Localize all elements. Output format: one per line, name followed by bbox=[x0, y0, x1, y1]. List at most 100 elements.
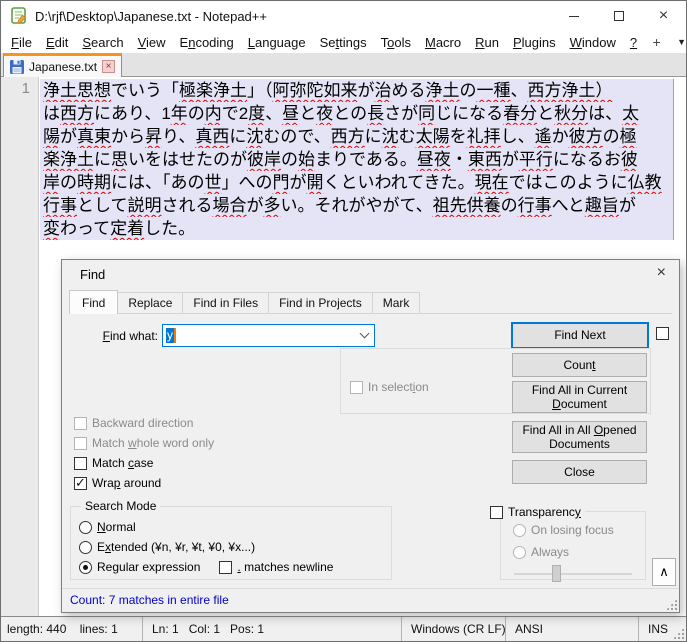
dialog-tab-mark[interactable]: Mark bbox=[372, 292, 421, 313]
backward-direction-checkbox bbox=[74, 417, 87, 430]
editor-text-line: 行事として説明される場合が多い。それがやがて、祖先供養の行事へと趣旨が bbox=[40, 194, 673, 217]
match-case-label: Match case bbox=[92, 456, 153, 470]
menu-macro[interactable]: Macro bbox=[418, 33, 468, 52]
radio-extended[interactable] bbox=[79, 541, 92, 554]
editor-text-line: 陽が真東から昇り、真西に沈むので、西方に沈む太陽を礼拝し、遙か彼方の極 bbox=[40, 125, 673, 148]
count-result-text: Count: 7 matches in entire file bbox=[70, 593, 229, 607]
search-mode-group: Search Mode NormalExtended (¥n, ¥r, ¥t, … bbox=[70, 506, 392, 580]
menu-file[interactable]: File bbox=[4, 33, 39, 52]
in-selection-label: In selection bbox=[368, 380, 429, 394]
insert-mode-text: INS bbox=[648, 622, 668, 636]
search-mode-group-label: Search Mode bbox=[81, 499, 160, 513]
radio-on-losing-focus bbox=[513, 524, 526, 537]
maximize-button[interactable] bbox=[596, 1, 641, 31]
status-encoding[interactable]: ANSI bbox=[505, 617, 638, 641]
menu-plugins[interactable]: Plugins bbox=[506, 33, 563, 52]
find-what-value: y bbox=[166, 328, 174, 343]
in-selection-row: In selection bbox=[350, 380, 429, 394]
menu-view[interactable]: View bbox=[131, 33, 173, 52]
match-whole-word-row: Match whole word only bbox=[74, 436, 214, 450]
dialog-close-icon[interactable]: × bbox=[657, 265, 666, 281]
window-resize-grip[interactable] bbox=[673, 628, 684, 639]
radio-regular-expression[interactable] bbox=[79, 561, 92, 574]
radio-always-label: Always bbox=[531, 545, 569, 559]
notepad-plus-plus-icon bbox=[10, 7, 28, 25]
maximize-icon bbox=[614, 11, 624, 21]
match-whole-word-label: Match whole word only bbox=[92, 436, 214, 450]
menu-tools[interactable]: Tools bbox=[374, 33, 418, 52]
radio-always bbox=[513, 546, 526, 559]
status-bar: length: 440 lines: 1 Ln: 1 Col: 1 Pos: 1… bbox=[1, 616, 686, 641]
status-eol-format[interactable]: Windows (CR LF) bbox=[401, 617, 505, 641]
radio-normal[interactable] bbox=[79, 521, 92, 534]
dialog-title: Find bbox=[80, 267, 105, 282]
menubar-plus-icon[interactable]: + bbox=[644, 34, 669, 50]
dialog-resize-grip[interactable] bbox=[666, 599, 677, 610]
wrap-around-checkbox[interactable] bbox=[74, 477, 87, 490]
editor-text[interactable]: 浄土思想でいう「極楽浄土」（阿弥陀如来が治める浄土の一種、西方浄土）は西方にあり… bbox=[40, 79, 673, 240]
find-all-current-document-button[interactable]: Find All in Current Document bbox=[512, 381, 647, 413]
collapse-dialog-button[interactable]: ∧ bbox=[652, 558, 676, 586]
dialog-tab-replace[interactable]: Replace bbox=[117, 292, 183, 313]
status-insert-mode[interactable]: INS bbox=[638, 617, 686, 641]
menu-encoding[interactable]: Encoding bbox=[173, 33, 241, 52]
two-buttons-mode-checkbox[interactable] bbox=[656, 327, 669, 340]
radio-normal-label: Normal bbox=[97, 520, 136, 534]
tab-bar: Japanese.txt × bbox=[1, 53, 686, 77]
find-what-label: Find what: bbox=[70, 329, 158, 343]
menubar-right-icons: +▼× bbox=[644, 34, 687, 50]
search-mode-row-regular-expression: Regular expression . matches newline bbox=[79, 560, 333, 574]
editor-text-line: 変わって定着した。 bbox=[40, 217, 673, 240]
dot-matches-newline-checkbox[interactable] bbox=[219, 561, 232, 574]
find-what-combobox[interactable]: y bbox=[162, 324, 375, 347]
editor-text-line: 楽浄土に思いをはせたのが彼岸の始まりである。昼夜・東西が平行になるお彼 bbox=[40, 148, 673, 171]
minimize-icon bbox=[569, 16, 579, 17]
titlebar[interactable]: D:\rjf\Desktop\Japanese.txt - Notepad++ … bbox=[1, 1, 686, 31]
match-case-checkbox[interactable] bbox=[74, 457, 87, 470]
menu-search[interactable]: Search bbox=[75, 33, 130, 52]
status-length-lines: length: 440 lines: 1 bbox=[1, 617, 142, 641]
minimize-button[interactable] bbox=[551, 1, 596, 31]
line-number-margin: 1 bbox=[1, 77, 39, 616]
dialog-tab-find-in-files[interactable]: Find in Files bbox=[182, 292, 269, 313]
radio-regular-expression-label: Regular expression bbox=[97, 560, 200, 574]
tab-japanese-txt[interactable]: Japanese.txt × bbox=[3, 53, 122, 77]
combobox-dropdown-button[interactable] bbox=[355, 325, 374, 346]
find-next-button[interactable]: Find Next bbox=[511, 322, 649, 349]
menubar-tab-list-icon[interactable]: ▼ bbox=[669, 37, 687, 47]
dot-matches-newline-label: . matches newline bbox=[237, 560, 333, 574]
backward-direction-label: Backward direction bbox=[92, 416, 193, 430]
dialog-tabs: FindReplaceFind in FilesFind in Projects… bbox=[69, 291, 672, 314]
menu-window[interactable]: Window bbox=[563, 33, 623, 52]
menubar: FileEditSearchViewEncodingLanguageSettin… bbox=[1, 31, 686, 53]
dialog-tab-find[interactable]: Find bbox=[69, 290, 118, 314]
radio-on-losing-focus-label: On losing focus bbox=[531, 523, 614, 537]
tab-close-icon[interactable]: × bbox=[102, 60, 115, 73]
close-button[interactable]: × bbox=[641, 1, 686, 31]
close-dialog-button[interactable]: Close bbox=[512, 460, 647, 484]
menu-run[interactable]: Run bbox=[468, 33, 506, 52]
chevron-down-icon bbox=[360, 329, 370, 339]
close-icon: × bbox=[659, 8, 668, 24]
menu-settings[interactable]: Settings bbox=[313, 33, 374, 52]
status-caret-position: Ln: 1 Col: 1 Pos: 1 bbox=[142, 617, 401, 641]
count-button[interactable]: Count bbox=[512, 353, 647, 377]
transparency-row-on-losing-focus: On losing focus bbox=[513, 523, 614, 537]
search-mode-row-extended: Extended (¥n, ¥r, ¥t, ¥0, ¥x...) bbox=[79, 540, 255, 554]
line-number: 1 bbox=[22, 80, 30, 97]
notepad-window: D:\rjf\Desktop\Japanese.txt - Notepad++ … bbox=[0, 0, 687, 642]
find-dialog: Find × FindReplaceFind in FilesFind in P… bbox=[61, 259, 680, 613]
menu-edit[interactable]: Edit bbox=[39, 33, 75, 52]
dialog-tab-find-in-projects[interactable]: Find in Projects bbox=[268, 292, 373, 313]
menu-language[interactable]: Language bbox=[241, 33, 313, 52]
in-selection-checkbox bbox=[350, 381, 363, 394]
menu-help[interactable]: ? bbox=[623, 33, 644, 52]
transparency-checkbox[interactable] bbox=[490, 506, 503, 519]
text-caret bbox=[174, 328, 176, 343]
saved-file-icon bbox=[10, 60, 24, 74]
transparency-slider bbox=[514, 565, 632, 582]
editor-text-line: 岸の時期には、「あの世」への門が開くといわれてきた。現在ではこのように仏教 bbox=[40, 171, 673, 194]
match-whole-word-checkbox bbox=[74, 437, 87, 450]
find-all-opened-documents-button[interactable]: Find All in All Opened Documents bbox=[512, 421, 647, 453]
backward-direction-row: Backward direction bbox=[74, 416, 193, 430]
